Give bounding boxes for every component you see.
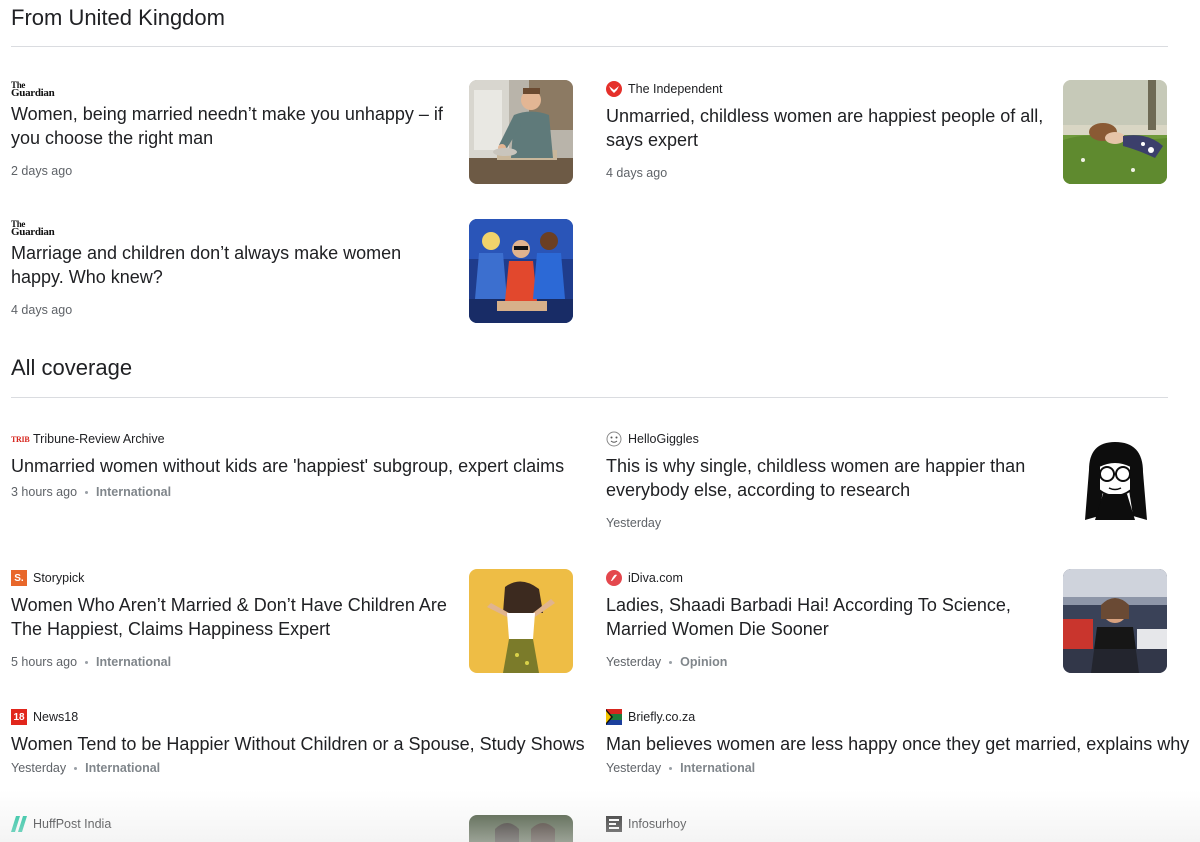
source-row: HuffPost India — [11, 815, 111, 833]
article-headline[interactable]: Unmarried, childless women are happiest … — [606, 105, 1046, 152]
article-thumbnail[interactable] — [1063, 80, 1167, 184]
article-meta: 3 hours ago International — [11, 485, 171, 499]
idiva-logo-icon — [606, 570, 622, 586]
source-name[interactable]: Storypick — [33, 571, 84, 585]
source-name[interactable]: Infosurhoy — [628, 817, 686, 831]
article-time: 2 days ago — [11, 164, 73, 178]
article-headline[interactable]: Marriage and children don’t always make … — [11, 242, 451, 289]
article-card[interactable]: Infosurhoy — [606, 815, 1168, 842]
article-time: 5 hours ago — [11, 655, 78, 669]
guardian-logo-icon: The Guardian — [11, 79, 55, 99]
article-time: 4 days ago — [11, 303, 73, 317]
article-headline[interactable]: This is why single, childless women are … — [606, 455, 1026, 502]
source-row: The Guardian — [11, 218, 55, 238]
trib-logo-icon: TRIB — [11, 434, 30, 444]
article-time: Yesterday — [606, 655, 662, 669]
article-tag[interactable]: International — [85, 761, 160, 775]
article-time: Yesterday — [606, 516, 662, 530]
article-thumbnail[interactable] — [1063, 430, 1167, 534]
three-women-sitting-photo — [469, 219, 573, 323]
article-meta: Yesterday International — [11, 761, 160, 775]
article-card[interactable]: HuffPost India — [11, 815, 573, 842]
news18-logo-icon: 18 — [11, 709, 27, 725]
huffpost-logo-icon — [11, 816, 27, 832]
section-title-uk: From United Kingdom — [11, 5, 225, 30]
article-tag[interactable]: Opinion — [680, 655, 727, 669]
article-time: Yesterday — [606, 761, 662, 775]
source-row: Infosurhoy — [606, 815, 686, 833]
article-thumbnail[interactable] — [469, 815, 573, 842]
news-coverage-page: From United Kingdom The Guardian Women, … — [0, 0, 1200, 842]
section-header-all: All coverage — [11, 354, 1168, 398]
article-headline[interactable]: Women Tend to be Happier Without Childre… — [11, 733, 585, 757]
source-row: The Guardian — [11, 79, 55, 99]
article-card[interactable]: TRIB Tribune-Review Archive Unmarried wo… — [11, 430, 573, 510]
source-row: HelloGiggles — [606, 430, 699, 448]
article-tag[interactable]: International — [680, 761, 755, 775]
source-row: The Independent — [606, 80, 723, 98]
woman-with-glasses-illustration — [1063, 430, 1167, 534]
article-meta: 4 days ago — [606, 166, 667, 180]
article-meta: Yesterday International — [606, 761, 755, 775]
source-name[interactable]: Briefly.co.za — [628, 710, 695, 724]
article-tag[interactable]: International — [96, 655, 171, 669]
source-row: S. Storypick — [11, 569, 84, 587]
briefly-logo-icon — [606, 709, 622, 725]
article-card[interactable]: Briefly.co.za Man believes women are les… — [606, 708, 1189, 780]
eagle-logo-icon — [606, 81, 622, 97]
woman-lying-in-grass-photo — [1063, 80, 1167, 184]
source-name[interactable]: HuffPost India — [33, 817, 111, 831]
article-headline[interactable]: Man believes women are less happy once t… — [606, 733, 1189, 757]
source-name[interactable]: News18 — [33, 710, 78, 724]
storypick-logo-icon: S. — [11, 570, 27, 586]
section-title-all: All coverage — [11, 355, 133, 380]
article-thumbnail[interactable] — [1063, 569, 1167, 673]
article-tag[interactable]: International — [96, 485, 171, 499]
article-card[interactable]: iDiva.com Ladies, Shaadi Barbadi Hai! Ac… — [606, 569, 1168, 675]
article-headline[interactable]: Women, being married needn’t make you un… — [11, 103, 451, 150]
article-meta: Yesterday — [606, 516, 661, 530]
article-thumbnail[interactable] — [469, 80, 573, 184]
article-card[interactable]: 18 News18 Women Tend to be Happier Witho… — [11, 708, 585, 780]
section-header-uk: From United Kingdom — [11, 4, 1168, 47]
article-card[interactable]: The Independent Unmarried, childless wom… — [606, 80, 1168, 186]
source-row: Briefly.co.za — [606, 708, 695, 726]
source-row: 18 News18 — [11, 708, 78, 726]
article-headline[interactable]: Women Who Aren’t Married & Don’t Have Ch… — [11, 594, 451, 641]
article-headline[interactable]: Unmarried women without kids are 'happie… — [11, 455, 571, 479]
article-thumbnail[interactable] — [469, 569, 573, 673]
infosurhoy-logo-icon — [606, 816, 622, 832]
article-time: Yesterday — [11, 761, 67, 775]
article-headline[interactable]: Ladies, Shaadi Barbadi Hai! According To… — [606, 594, 1026, 641]
article-card[interactable]: The Guardian Marriage and children don’t… — [11, 219, 573, 325]
man-cooking-kitchen-photo — [469, 80, 573, 184]
article-meta: Yesterday Opinion — [606, 655, 727, 669]
article-meta: 4 days ago — [11, 303, 72, 317]
hellogiggles-logo-icon — [606, 431, 622, 447]
guardian-logo-icon: The Guardian — [11, 218, 55, 238]
article-meta: 2 days ago — [11, 164, 72, 178]
two-women-photo — [469, 815, 573, 842]
meta-separator-dot — [669, 766, 673, 770]
woman-dancing-yellow-photo — [469, 569, 573, 673]
article-time: 3 hours ago — [11, 485, 78, 499]
source-name[interactable]: The Independent — [628, 82, 723, 96]
article-card[interactable]: HelloGiggles This is why single, childle… — [606, 430, 1168, 536]
article-thumbnail[interactable] — [469, 219, 573, 323]
meta-separator-dot — [74, 766, 78, 770]
article-time: 4 days ago — [606, 166, 668, 180]
source-row: TRIB Tribune-Review Archive — [11, 430, 165, 448]
meta-separator-dot — [85, 490, 89, 494]
source-name[interactable]: Tribune-Review Archive — [33, 432, 165, 446]
article-card[interactable]: The Guardian Women, being married needn’… — [11, 80, 573, 186]
meta-separator-dot — [85, 660, 89, 664]
source-name[interactable]: HelloGiggles — [628, 432, 699, 446]
source-row: iDiva.com — [606, 569, 683, 587]
woman-in-office-photo — [1063, 569, 1167, 673]
article-meta: 5 hours ago International — [11, 655, 171, 669]
meta-separator-dot — [669, 660, 673, 664]
article-card[interactable]: S. Storypick Women Who Aren’t Married & … — [11, 569, 573, 675]
source-name[interactable]: iDiva.com — [628, 571, 683, 585]
